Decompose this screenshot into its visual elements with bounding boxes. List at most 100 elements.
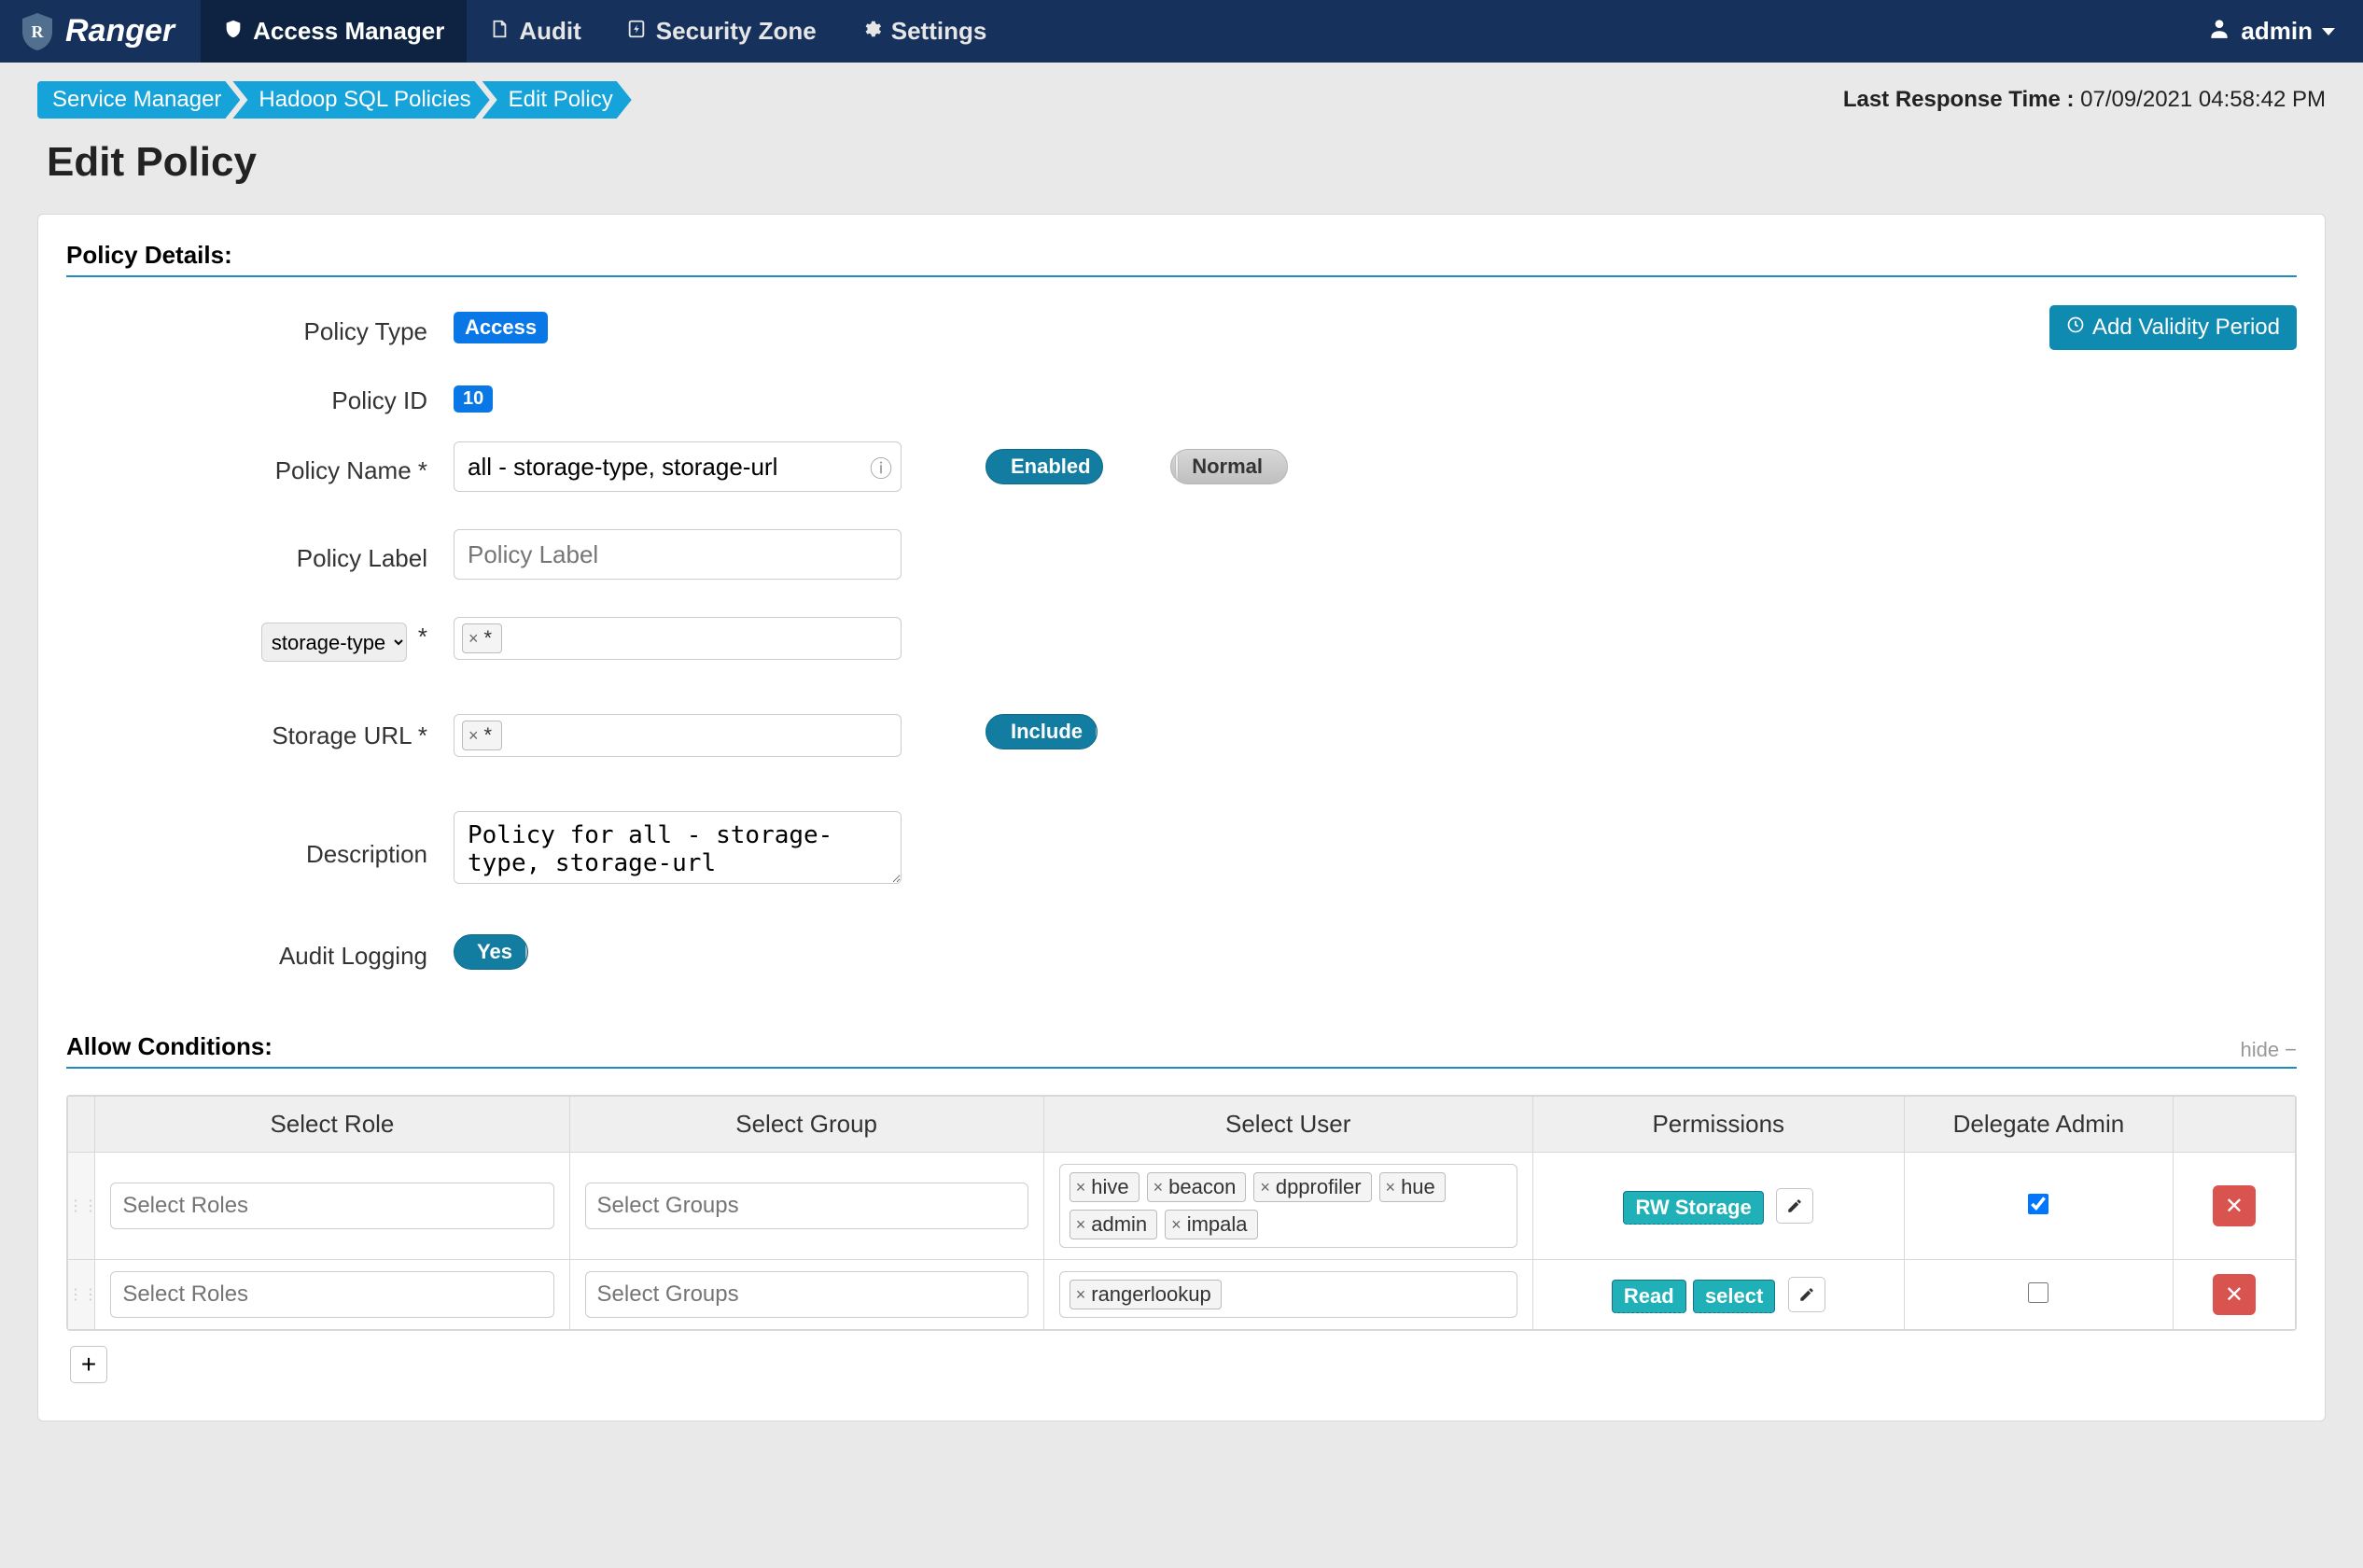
- remove-tag-icon[interactable]: ×: [468, 629, 479, 649]
- tag-text: *: [484, 723, 493, 748]
- delete-row-button[interactable]: ✕: [2213, 1274, 2256, 1315]
- bolt-icon: [626, 17, 647, 46]
- tag-text: rangerlookup: [1091, 1282, 1210, 1307]
- edit-permissions-button[interactable]: [1788, 1277, 1825, 1312]
- resource-select[interactable]: storage-type: [261, 623, 407, 662]
- remove-tag-icon[interactable]: ×: [1076, 1285, 1086, 1305]
- col-group: Select Group: [569, 1097, 1043, 1153]
- enabled-toggle[interactable]: Enabled: [986, 449, 1103, 484]
- crumb-edit-policy[interactable]: Edit Policy: [482, 81, 632, 119]
- normal-override-toggle[interactable]: Normal: [1170, 449, 1288, 484]
- user-tag: ×hive: [1070, 1172, 1140, 1202]
- chevron-down-icon: [2322, 28, 2335, 35]
- hide-label: hide: [2241, 1038, 2280, 1062]
- required-asterisk: *: [418, 623, 427, 651]
- button-label: Add Validity Period: [2092, 315, 2280, 341]
- remove-tag-icon[interactable]: ×: [1076, 1178, 1086, 1197]
- hide-section-link[interactable]: hide −: [2241, 1038, 2297, 1062]
- description-textarea[interactable]: [454, 811, 902, 884]
- clock-icon: [2066, 315, 2085, 341]
- policy-label-input[interactable]: [454, 529, 902, 580]
- storage-url-tagbox[interactable]: ×*: [454, 714, 902, 757]
- add-condition-button[interactable]: +: [70, 1346, 107, 1383]
- tag-text: impala: [1187, 1212, 1248, 1237]
- nav-security-zone[interactable]: Security Zone: [604, 0, 839, 63]
- nav-label: Security Zone: [656, 17, 817, 46]
- remove-tag-icon[interactable]: ×: [1076, 1215, 1086, 1235]
- include-toggle[interactable]: Include: [986, 714, 1098, 749]
- select-groups-input[interactable]: [585, 1271, 1028, 1318]
- remove-tag-icon[interactable]: ×: [1260, 1178, 1270, 1197]
- brand[interactable]: R Ranger: [0, 0, 201, 63]
- select-users-tagbox[interactable]: ×rangerlookup: [1059, 1271, 1517, 1318]
- user-tag: ×admin: [1070, 1210, 1157, 1239]
- nav-label: Settings: [891, 17, 987, 46]
- remove-tag-icon[interactable]: ×: [468, 726, 479, 746]
- delegate-admin-checkbox[interactable]: [2028, 1282, 2048, 1303]
- allow-conditions-table-container: Select Role Select Group Select User Per…: [66, 1095, 2297, 1331]
- storage-url-tag: ×*: [462, 721, 502, 750]
- user-name: admin: [2241, 17, 2313, 46]
- user-tag: ×rangerlookup: [1070, 1280, 1222, 1309]
- crumb-service-manager[interactable]: Service Manager: [37, 81, 240, 119]
- col-drag: [68, 1097, 95, 1153]
- label-policy-id: Policy ID: [66, 379, 454, 415]
- nav-label: Audit: [519, 17, 580, 46]
- add-validity-period-button[interactable]: Add Validity Period: [2049, 305, 2297, 350]
- last-response-time: Last Response Time : 07/09/2021 04:58:42…: [1843, 87, 2326, 113]
- policy-type-badge: Access: [454, 312, 548, 343]
- tag-text: hue: [1401, 1175, 1435, 1199]
- table-row: ⋮⋮×hive×beacon×dpprofiler×hue×admin×impa…: [68, 1153, 2296, 1260]
- permission-badge: Read: [1612, 1280, 1686, 1313]
- label-policy-name: Policy Name *: [66, 449, 454, 485]
- shield-icon: [223, 17, 244, 46]
- nav-user-menu[interactable]: admin: [2179, 16, 2363, 47]
- crumb-hadoop-sql[interactable]: Hadoop SQL Policies: [232, 81, 489, 119]
- storage-type-tag: ×*: [462, 623, 502, 653]
- user-icon: [2207, 16, 2231, 47]
- table-row: ⋮⋮×rangerlookupRead select ✕: [68, 1260, 2296, 1330]
- minus-icon: −: [2285, 1038, 2297, 1062]
- label-policy-label: Policy Label: [66, 537, 454, 573]
- top-nav: R Ranger Access Manager Audit Security Z…: [0, 0, 2363, 63]
- remove-tag-icon[interactable]: ×: [1171, 1215, 1182, 1235]
- remove-tag-icon[interactable]: ×: [1386, 1178, 1396, 1197]
- select-roles-input[interactable]: [110, 1271, 553, 1318]
- toggle-label: Enabled: [998, 455, 1103, 479]
- resp-time-label: Last Response Time :: [1843, 87, 2080, 112]
- policy-name-input[interactable]: [454, 441, 902, 492]
- tag-text: admin: [1091, 1212, 1147, 1237]
- breadcrumb: Service Manager Hadoop SQL Policies Edit…: [37, 81, 632, 119]
- delegate-admin-checkbox[interactable]: [2028, 1194, 2048, 1214]
- gear-icon: [861, 17, 882, 46]
- audit-logging-toggle[interactable]: Yes: [454, 934, 528, 970]
- section-policy-details: Policy Details:: [66, 241, 2297, 270]
- user-tag: × hue: [1379, 1172, 1446, 1202]
- nav-audit[interactable]: Audit: [467, 0, 603, 63]
- brand-name: Ranger: [65, 13, 175, 49]
- select-users-tagbox[interactable]: ×hive×beacon×dpprofiler×hue×admin×impala: [1059, 1164, 1517, 1248]
- col-perm: Permissions: [1532, 1097, 1904, 1153]
- user-tag: ×impala: [1165, 1210, 1257, 1239]
- delete-row-button[interactable]: ✕: [2213, 1185, 2256, 1226]
- edit-permissions-button[interactable]: [1776, 1188, 1813, 1224]
- col-role: Select Role: [95, 1097, 569, 1153]
- label-storage-url: Storage URL *: [66, 714, 454, 750]
- toggle-knob: [525, 937, 527, 967]
- storage-type-tagbox[interactable]: ×*: [454, 617, 902, 660]
- svg-text:R: R: [32, 22, 45, 41]
- select-roles-input[interactable]: [110, 1183, 553, 1229]
- page-title: Edit Policy: [47, 139, 2326, 186]
- section-allow-conditions: Allow Conditions:: [66, 1032, 273, 1061]
- drag-handle[interactable]: ⋮⋮: [68, 1260, 95, 1330]
- allow-conditions-table: Select Role Select Group Select User Per…: [67, 1096, 2296, 1330]
- nav-settings[interactable]: Settings: [839, 0, 1010, 63]
- section-divider: [66, 275, 2297, 277]
- col-user: Select User: [1043, 1097, 1532, 1153]
- info-icon[interactable]: ⓘ: [870, 451, 892, 483]
- nav-access-manager[interactable]: Access Manager: [201, 0, 467, 63]
- tag-text: beacon: [1168, 1175, 1236, 1199]
- select-groups-input[interactable]: [585, 1183, 1028, 1229]
- drag-handle[interactable]: ⋮⋮: [68, 1153, 95, 1260]
- remove-tag-icon[interactable]: ×: [1154, 1178, 1164, 1197]
